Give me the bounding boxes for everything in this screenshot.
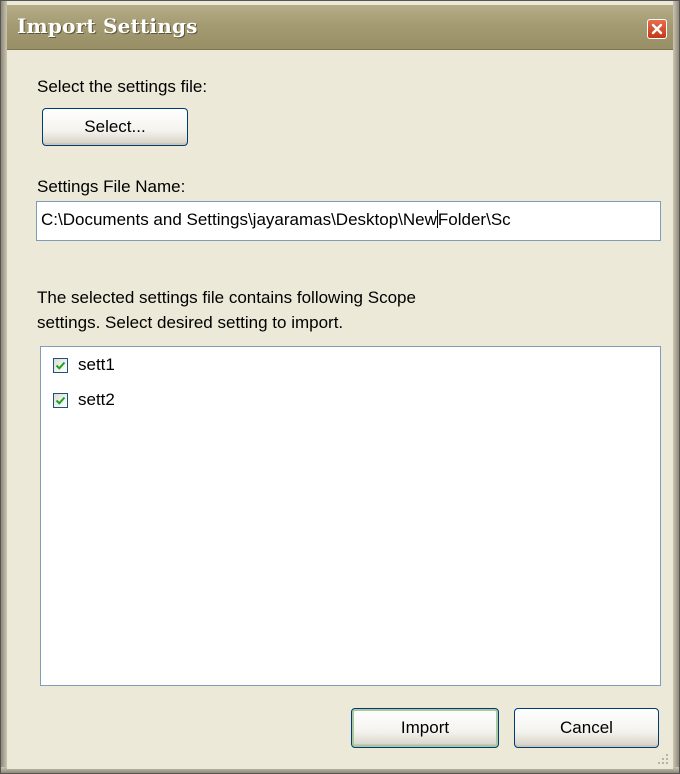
window-title: Import Settings — [17, 14, 198, 38]
settings-checklist[interactable]: sett1 sett2 — [40, 346, 661, 686]
list-item-sett1[interactable]: sett1 — [53, 353, 115, 377]
checkmark-icon — [55, 396, 66, 405]
file-path-text-end: Folder\Sc — [437, 210, 511, 229]
sett1-checkbox[interactable] — [53, 357, 68, 373]
sett2-checkbox[interactable] — [53, 392, 68, 408]
close-button[interactable] — [647, 19, 667, 39]
settings-file-name-label: Settings File Name: — [37, 177, 186, 196]
select-file-button[interactable]: Select... — [42, 108, 188, 146]
close-icon — [651, 23, 663, 35]
title-bar[interactable]: Import Settings — [7, 5, 673, 50]
window-frame-right[interactable] — [673, 1, 679, 773]
dialog-body: Select the settings file: Select... Sett… — [7, 50, 673, 769]
resize-grip-icon[interactable] — [655, 751, 669, 765]
file-path-text-start: C:\Documents and Settings\jayaramas\Desk… — [41, 210, 437, 229]
settings-file-path-field[interactable]: C:\Documents and Settings\jayaramas\Desk… — [36, 201, 661, 241]
import-settings-dialog: Import Settings Select the settings file… — [0, 0, 680, 774]
cancel-button[interactable]: Cancel — [514, 708, 659, 748]
checkmark-icon — [55, 361, 66, 370]
description-line-1: The selected settings file contains foll… — [37, 288, 416, 307]
description-line-2: settings. Select desired setting to impo… — [37, 313, 344, 332]
select-file-prompt: Select the settings file: — [37, 77, 208, 96]
import-button[interactable]: Import — [351, 708, 499, 748]
list-item-sett2[interactable]: sett2 — [53, 388, 115, 412]
list-item-label: sett1 — [78, 355, 115, 374]
list-item-label: sett2 — [78, 390, 115, 409]
